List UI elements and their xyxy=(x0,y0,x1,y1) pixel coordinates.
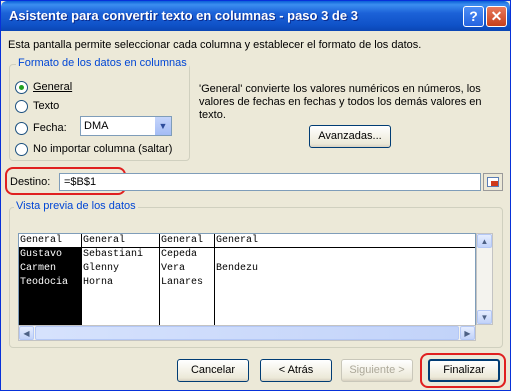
window-title: Asistente para convertir texto en column… xyxy=(9,8,358,23)
description-text: Esta pantalla permite seleccionar cada c… xyxy=(8,39,422,51)
radio-date-label: Fecha: xyxy=(33,122,67,134)
help-icon[interactable]: ? xyxy=(463,6,484,27)
radio-skip-label: No importar columna (saltar) xyxy=(33,143,173,155)
preview-cell: Carmen xyxy=(20,263,57,274)
horizontal-scrollbar[interactable]: ◀ ▶ xyxy=(18,325,476,341)
preview-column[interactable]: General Gustavo Carmen Teodocia xyxy=(19,234,82,326)
vertical-scrollbar[interactable]: ▲ ▼ xyxy=(476,233,493,325)
column-header[interactable]: General xyxy=(82,234,159,248)
preview-group-legend: Vista previa de los datos xyxy=(14,200,138,212)
format-group: Formato de los datos en columnas General… xyxy=(9,57,190,161)
date-format-value: DMA xyxy=(84,120,109,132)
cancel-button[interactable]: Cancelar xyxy=(177,359,249,382)
column-header[interactable]: General xyxy=(215,234,475,248)
preview-cell: Horna xyxy=(83,277,114,288)
radio-text[interactable]: Texto xyxy=(15,98,59,114)
preview-cell: Teodocia xyxy=(20,277,69,288)
preview-column[interactable]: General Sebastiani Glenny Horna xyxy=(82,234,160,326)
wizard-dialog: Asistente para convertir texto en column… xyxy=(0,0,511,391)
destination-input[interactable]: =$B$1 xyxy=(59,173,481,191)
column-header[interactable]: General xyxy=(19,234,81,248)
back-button[interactable]: < Atrás xyxy=(260,359,332,382)
radio-button[interactable] xyxy=(15,99,28,113)
radio-button-checked[interactable] xyxy=(15,80,28,94)
preview-cell: Bendezu xyxy=(216,263,259,274)
radio-button[interactable] xyxy=(15,142,28,156)
column-header[interactable]: General xyxy=(160,234,214,248)
preview-cell xyxy=(215,276,475,290)
next-button[interactable]: Siguiente > xyxy=(341,359,413,382)
scroll-up-icon[interactable]: ▲ xyxy=(477,234,492,248)
format-info-text: 'General' convierte los valores numérico… xyxy=(199,83,482,121)
advanced-button[interactable]: Avanzadas... xyxy=(309,125,391,148)
preview-cell: Vera xyxy=(161,263,186,274)
preview-cell: Sebastiani xyxy=(83,249,144,260)
preview-cell xyxy=(215,248,475,262)
radio-text-label: Texto xyxy=(33,100,60,112)
radio-button[interactable] xyxy=(15,121,28,135)
preview-cell: Gustavo xyxy=(20,249,63,260)
scroll-down-icon[interactable]: ▼ xyxy=(477,310,492,324)
format-group-legend: Formato de los datos en columnas xyxy=(16,57,189,69)
destination-label: Destino: xyxy=(10,176,51,188)
radio-general[interactable]: General xyxy=(15,79,72,95)
radio-general-label: General xyxy=(33,81,73,93)
scroll-thumb[interactable] xyxy=(35,326,459,340)
preview-cell: Lanares xyxy=(161,277,204,288)
destination-value: =$B$1 xyxy=(64,176,97,188)
scroll-right-icon[interactable]: ▶ xyxy=(460,326,475,340)
scroll-left-icon[interactable]: ◀ xyxy=(19,326,34,340)
preview-column[interactable]: General Cepeda Vera Lanares xyxy=(160,234,215,326)
close-icon[interactable]: ✕ xyxy=(486,6,507,27)
finish-button[interactable]: Finalizar xyxy=(428,359,500,382)
chevron-down-icon[interactable]: ▼ xyxy=(154,117,171,135)
preview-column[interactable]: General Bendezu xyxy=(215,234,475,326)
title-bar[interactable]: Asistente para convertir texto en column… xyxy=(1,1,510,31)
radio-skip[interactable]: No importar columna (saltar) xyxy=(15,141,172,157)
range-selector-icon[interactable] xyxy=(483,173,503,191)
preview-cell: Cepeda xyxy=(161,249,198,260)
preview-cell: Glenny xyxy=(83,263,120,274)
radio-date[interactable]: Fecha: xyxy=(15,120,67,136)
date-format-select[interactable]: DMA ▼ xyxy=(80,116,172,136)
